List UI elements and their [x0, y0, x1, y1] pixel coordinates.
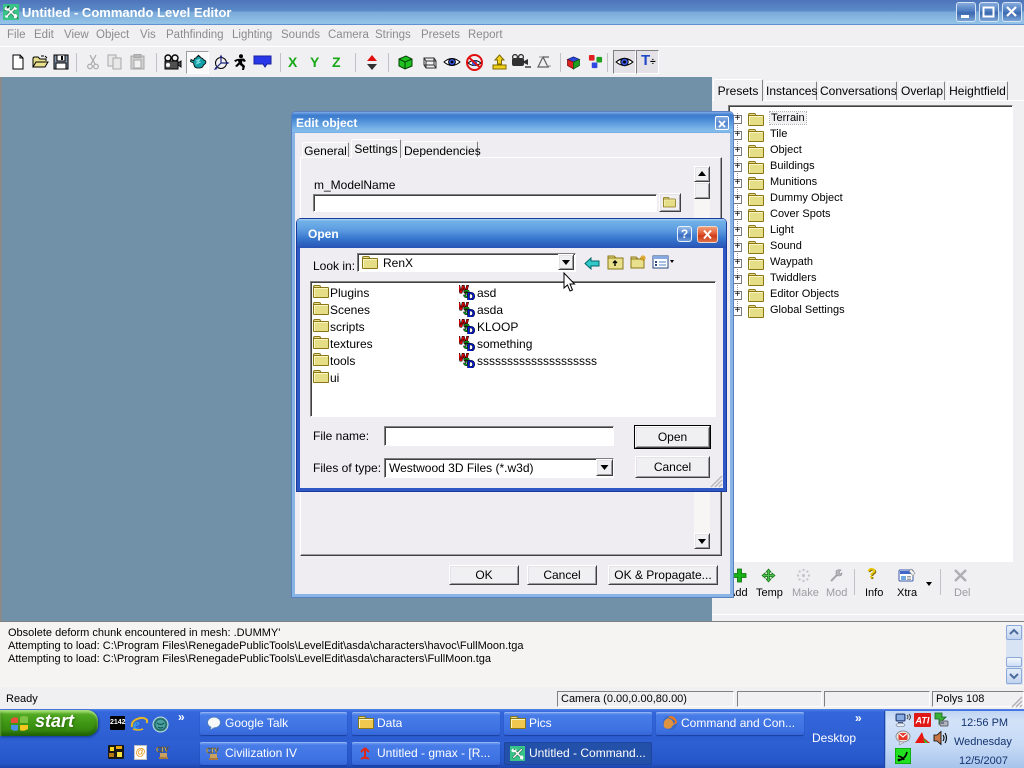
svg-text:ATI: ATI: [915, 716, 930, 726]
svg-text:CIV: CIV: [206, 747, 219, 755]
svg-text:D: D: [467, 325, 475, 334]
svg-text:CIV: CIV: [156, 746, 169, 754]
svg-text:D: D: [467, 291, 475, 300]
svg-text:D: D: [467, 308, 475, 317]
svg-text:D: D: [467, 342, 475, 351]
svg-text:D: D: [467, 359, 475, 368]
